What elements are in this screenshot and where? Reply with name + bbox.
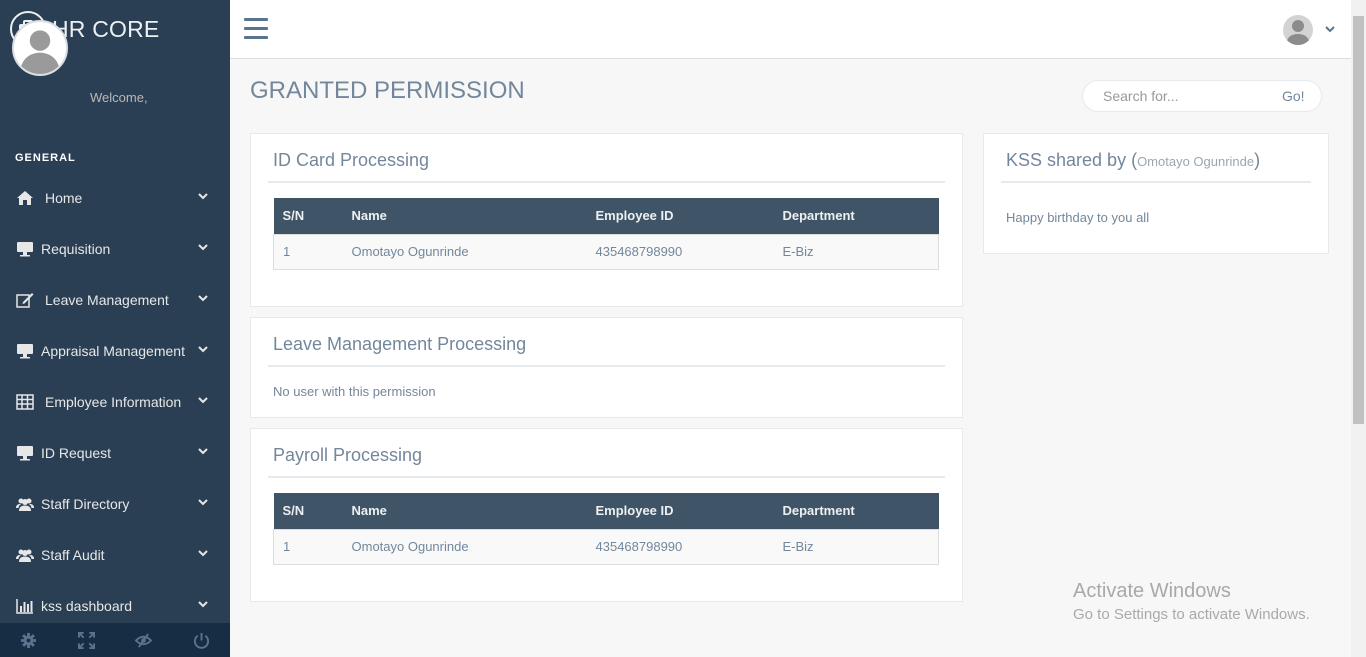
- payroll-table: S/N Name Employee ID Department 1 Omotay…: [273, 493, 939, 565]
- power-icon[interactable]: [173, 623, 231, 657]
- activation-watermark: Activate Windows Go to Settings to activ…: [1073, 580, 1310, 623]
- sidebar-item-id-request[interactable]: ID Request: [0, 427, 230, 478]
- id-card-panel: ID Card Processing S/N Name Employee ID …: [250, 133, 963, 307]
- sidebar-item-label: Staff Directory: [41, 495, 130, 512]
- search-box: Go!: [1082, 80, 1322, 112]
- table-row: 1 Omotayo Ogunrinde 435468798990 E-Biz: [273, 529, 939, 564]
- column-header: Department: [782, 503, 855, 519]
- home-icon: [15, 189, 35, 207]
- desktop-icon: [15, 342, 35, 360]
- watermark-title: Activate Windows: [1073, 580, 1231, 602]
- panel-title: ID Card Processing: [273, 150, 430, 170]
- table-cell: Omotayo Ogunrinde: [351, 539, 469, 554]
- table-cell: 435468798990: [595, 539, 683, 554]
- id-card-table: S/N Name Employee ID Department 1 Omotay…: [273, 198, 939, 270]
- column-header: S/N: [282, 503, 305, 519]
- table-row: 1 Omotayo Ogunrinde 435468798990 E-Biz: [273, 234, 939, 269]
- search-input[interactable]: [1103, 88, 1278, 104]
- table-cell: E-Biz: [782, 244, 814, 259]
- table-cell: Omotayo Ogunrinde: [351, 244, 469, 259]
- kss-message: Happy birthday to you all: [1006, 210, 1150, 225]
- divider: [1001, 181, 1311, 183]
- table-header-row: S/N Name Employee ID Department: [273, 198, 939, 234]
- settings-icon[interactable]: [0, 623, 58, 657]
- desktop-icon: [15, 240, 35, 258]
- table-icon: [15, 393, 35, 411]
- sidebar-item-staff-directory[interactable]: Staff Directory: [0, 478, 230, 529]
- chevron-down-icon: [198, 448, 208, 455]
- sidebar-item-appraisal-management[interactable]: Appraisal Management: [0, 325, 230, 376]
- sidebar-item-employee-information[interactable]: Employee Information: [0, 376, 230, 427]
- chevron-down-icon: [198, 244, 208, 251]
- sidebar-item-label: Staff Audit: [41, 546, 105, 563]
- kss-shared-by: Omotayo Ogunrinde: [1137, 154, 1255, 169]
- users-icon: [15, 546, 35, 564]
- menu-toggle-icon[interactable]: [244, 18, 268, 40]
- table-header-row: S/N Name Employee ID Department: [273, 493, 939, 529]
- panel-title: Leave Management Processing: [273, 334, 527, 354]
- payroll-panel: Payroll Processing S/N Name Employee ID …: [250, 428, 963, 602]
- divider: [268, 476, 945, 478]
- sidebar-item-label: Employee Information: [45, 393, 182, 410]
- chevron-down-icon: [198, 601, 208, 608]
- table-cell: 435468798990: [595, 244, 683, 259]
- app-title: HR CORE: [52, 15, 160, 42]
- edit-icon: [15, 291, 35, 309]
- column-header: Name: [351, 208, 387, 224]
- sidebar-item-requisition[interactable]: Requisition: [0, 223, 230, 274]
- section-title: GENERAL: [15, 152, 76, 164]
- column-header: S/N: [282, 208, 305, 224]
- sidebar-item-label: Home: [45, 189, 83, 206]
- chevron-down-icon: [198, 397, 208, 404]
- eye-slash-icon[interactable]: [115, 623, 173, 657]
- empty-message: No user with this permission: [273, 384, 436, 399]
- kss-title-suffix: ): [1254, 150, 1261, 170]
- watermark-subtitle: Go to Settings to activate Windows.: [1073, 606, 1310, 623]
- table-cell: 1: [283, 244, 291, 259]
- leave-management-panel: Leave Management Processing No user with…: [250, 317, 963, 418]
- chevron-down-icon: [198, 193, 208, 200]
- sidebar-item-leave-management[interactable]: Leave Management: [0, 274, 230, 325]
- welcome-text: Welcome,: [90, 90, 148, 105]
- scrollbar[interactable]: [1351, 0, 1366, 657]
- users-icon: [15, 495, 35, 513]
- divider: [268, 181, 945, 183]
- table-cell: 1: [283, 539, 291, 554]
- fullscreen-icon[interactable]: [58, 623, 116, 657]
- chevron-down-icon: [198, 499, 208, 506]
- divider: [268, 365, 945, 367]
- chevron-down-icon[interactable]: [1325, 24, 1335, 34]
- sidebar: HR CORE Welcome, GENERAL Home Requisitio…: [0, 0, 230, 657]
- sidebar-item-label: Appraisal Management: [41, 342, 185, 359]
- kss-title: KSS shared by (Omotayo Ogunrinde): [1006, 150, 1260, 171]
- user-avatar[interactable]: [1283, 15, 1313, 45]
- column-header: Name: [351, 503, 387, 519]
- column-header: Employee ID: [595, 503, 674, 519]
- kss-panel: KSS shared by (Omotayo Ogunrinde) Happy …: [983, 133, 1329, 254]
- chevron-down-icon: [198, 550, 208, 557]
- main-content: GRANTED PERMISSION Go! ID Card Processin…: [230, 59, 1351, 657]
- sidebar-item-label: kss dashboard: [41, 597, 133, 614]
- column-header: Department: [782, 208, 855, 224]
- bar-chart-icon: [15, 597, 35, 615]
- sidebar-item-label: Requisition: [41, 240, 111, 257]
- desktop-icon: [15, 444, 35, 462]
- chevron-down-icon: [198, 346, 208, 353]
- profile-avatar[interactable]: [12, 20, 68, 76]
- sidebar-item-home[interactable]: Home: [0, 172, 230, 223]
- sidebar-item-label: Leave Management: [45, 291, 169, 308]
- kss-title-prefix: KSS shared by (: [1006, 150, 1138, 170]
- sidebar-item-staff-audit[interactable]: Staff Audit: [0, 529, 230, 580]
- column-header: Employee ID: [595, 208, 674, 224]
- panel-title: Payroll Processing: [273, 445, 423, 465]
- table-cell: E-Biz: [782, 539, 814, 554]
- sidebar-item-label: ID Request: [41, 444, 112, 461]
- sidebar-menu: Home Requisition Leave Management Apprai…: [0, 172, 230, 631]
- top-navbar: [230, 0, 1351, 59]
- page-title: GRANTED PERMISSION: [250, 77, 525, 104]
- chevron-down-icon: [198, 295, 208, 302]
- scrollbar-thumb[interactable]: [1353, 16, 1364, 424]
- search-go-button[interactable]: Go!: [1282, 88, 1305, 104]
- sidebar-footer: [0, 623, 230, 657]
